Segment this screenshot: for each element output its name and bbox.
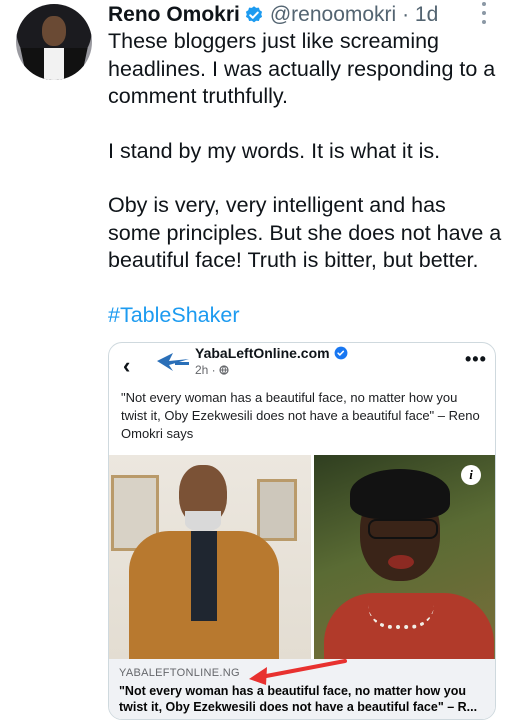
photo-hair	[350, 469, 450, 519]
verified-badge-icon	[245, 6, 262, 23]
hashtag-link[interactable]: #TableShaker	[108, 302, 503, 330]
avatar-shirt	[44, 48, 64, 80]
post-meta: 2h ·	[195, 363, 229, 377]
avatar[interactable]	[16, 4, 92, 80]
embedded-facebook-post[interactable]: ‹ YabaLeftOnline.com 2h · ••• "Not every…	[108, 342, 496, 720]
facebook-more-icon[interactable]: •••	[465, 349, 487, 370]
site-logo-icon	[157, 353, 189, 371]
more-options-icon[interactable]	[478, 2, 490, 24]
photo-beard	[185, 511, 221, 531]
info-icon[interactable]: i	[461, 465, 481, 485]
tweet-paragraph: These bloggers just like screaming headl…	[108, 29, 496, 108]
separator-dot: ·	[402, 3, 410, 26]
avatar-face	[42, 16, 66, 46]
post-headline: "Not every woman has a beautiful face, n…	[121, 390, 480, 441]
link-title: "Not every woman has a beautiful face, n…	[119, 684, 478, 714]
photo-glasses	[368, 519, 438, 539]
tweet-paragraph: Oby is very, very intelligent and has so…	[108, 193, 502, 272]
back-chevron-icon[interactable]: ‹	[123, 353, 130, 379]
oby-ezekwesili-photo[interactable]	[314, 455, 495, 659]
link-preview-footer[interactable]: YABALEFTONLINE.NG "Not every woman has a…	[109, 659, 495, 719]
globe-icon	[219, 365, 229, 375]
link-domain: YABALEFTONLINE.NG	[119, 667, 240, 679]
photo-shirt	[191, 531, 217, 621]
wall-picture-frame	[257, 479, 297, 541]
author-handle[interactable]: @renoomokri	[270, 3, 396, 27]
post-time[interactable]: 2h ·	[195, 363, 219, 377]
author-name[interactable]: Reno Omokri	[108, 3, 240, 27]
tweet-time[interactable]: 1d	[415, 3, 438, 27]
reno-omokri-photo[interactable]	[109, 455, 311, 659]
page-name[interactable]: YabaLeftOnline.com	[195, 345, 330, 361]
photo-mouth	[388, 555, 414, 569]
page-verified-icon	[334, 346, 348, 360]
page-name-row: YabaLeftOnline.com	[195, 345, 348, 361]
tweet-header: Reno Omokri @renoomokri · 1d	[108, 2, 438, 28]
tweet-paragraph: I stand by my words. It is what it is.	[108, 138, 441, 163]
tweet-text: These bloggers just like screaming headl…	[108, 28, 503, 329]
